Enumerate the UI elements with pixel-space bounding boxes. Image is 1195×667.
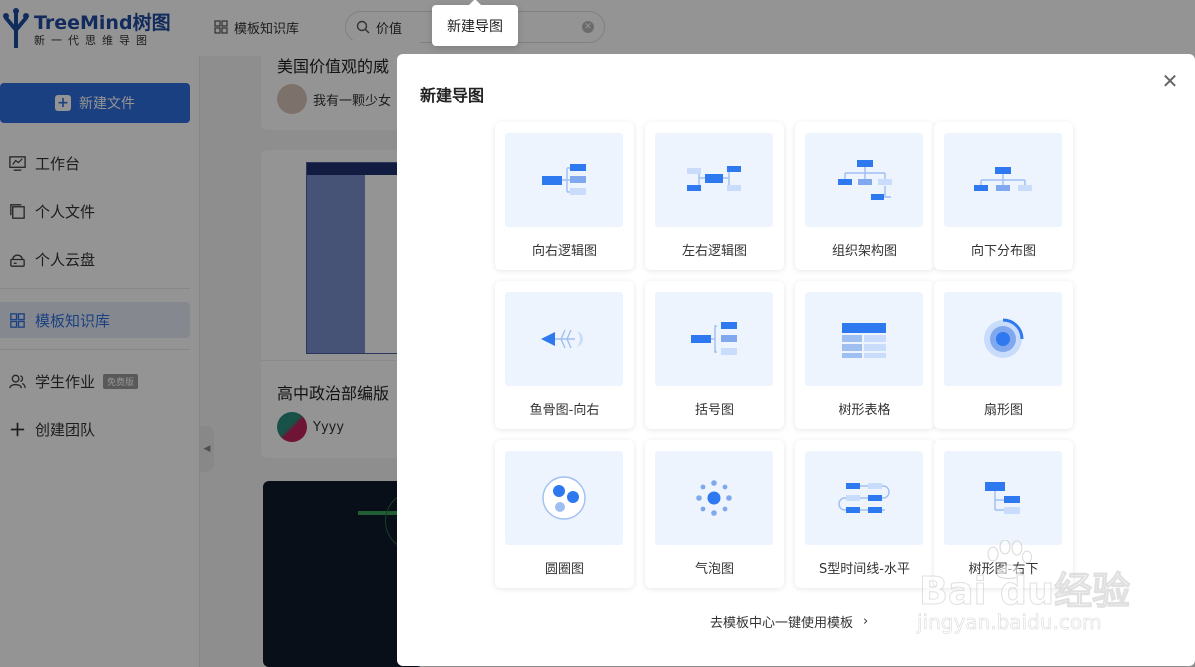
template-tile-left-right-logic[interactable]: 左右逻辑图 [645, 122, 784, 270]
tile-label: 向右逻辑图 [531, 244, 597, 259]
tile-label: 括号图 [694, 403, 734, 418]
footer-link-label: 去模板中心一键使用模板 [710, 616, 854, 631]
baidu-watermark: Bai du经验 jingyan.baidu.com [915, 540, 1185, 650]
template-tile-downward-distribution[interactable]: 向下分布图 [934, 122, 1073, 270]
template-tile-sector[interactable]: 扇形图 [934, 281, 1073, 429]
right-logic-icon [505, 133, 623, 227]
watermark-url: jingyan.baidu.com [917, 610, 1102, 635]
tile-label: 组织架构图 [831, 244, 897, 259]
template-grid: 向右逻辑图 左右逻辑图 组织架构图 向下分布图 鱼骨图-向右 括号图 树形表格 … [495, 122, 1075, 592]
dialog-title: 新建导图 [420, 86, 485, 105]
chevron-right-icon: › [863, 614, 869, 629]
template-center-link[interactable]: 去模板中心一键使用模板 › [710, 612, 868, 631]
tree-right-down-icon [944, 451, 1062, 545]
tile-label: 树形表格 [838, 403, 891, 418]
template-tile-circle[interactable]: 圆圈图 [495, 440, 634, 588]
template-tile-bubble[interactable]: 气泡图 [645, 440, 784, 588]
tile-label: 左右逻辑图 [681, 244, 747, 259]
template-tile-right-logic[interactable]: 向右逻辑图 [495, 122, 634, 270]
fishbone-right-icon [505, 292, 623, 386]
downward-distribution-icon [944, 133, 1062, 227]
s-timeline-icon [805, 451, 923, 545]
bubble-icon [655, 451, 773, 545]
template-tile-org-chart[interactable]: 组织架构图 [795, 122, 934, 270]
template-tile-tree-table[interactable]: 树形表格 [795, 281, 934, 429]
watermark-brand: Bai du经验 [918, 569, 1131, 614]
close-icon[interactable]: ✕ [1160, 71, 1180, 91]
bracket-icon [655, 292, 773, 386]
tile-label: 鱼骨图-向右 [529, 403, 600, 418]
circle-icon [505, 451, 623, 545]
tree-table-icon [805, 292, 923, 386]
tooltip-label: 新建导图 [447, 18, 503, 35]
template-tile-s-timeline[interactable]: S型时间线-水平 [795, 440, 934, 588]
left-right-logic-icon [655, 133, 773, 227]
template-tile-bracket[interactable]: 括号图 [645, 281, 784, 429]
tile-label: 扇形图 [983, 403, 1023, 418]
tile-label: 气泡图 [694, 562, 734, 577]
sector-icon [944, 292, 1062, 386]
org-chart-icon [805, 133, 923, 227]
new-map-tooltip: 新建导图 [432, 0, 518, 46]
tile-label: 圆圈图 [544, 562, 584, 577]
tile-label: S型时间线-水平 [819, 562, 910, 577]
template-tile-fishbone-right[interactable]: 鱼骨图-向右 [495, 281, 634, 429]
tile-label: 向下分布图 [970, 244, 1036, 259]
